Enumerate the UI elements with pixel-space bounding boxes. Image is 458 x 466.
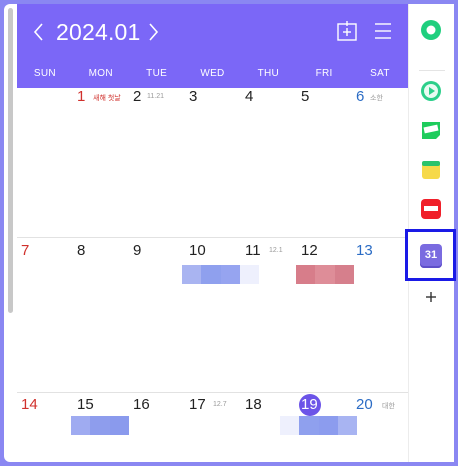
add-event-icon[interactable] (337, 21, 357, 41)
memo-app-icon[interactable] (420, 159, 442, 181)
day-cell[interactable]: 6 소한 (352, 88, 408, 108)
day-cell[interactable]: 12 (297, 242, 353, 262)
weekday-wed: WED (200, 68, 225, 79)
day-cell[interactable]: 7 (17, 242, 73, 262)
holiday-label: 새해 첫날 (93, 95, 121, 102)
green-circle-app-icon[interactable] (420, 19, 442, 41)
day-cell[interactable]: 15 (73, 396, 129, 416)
day-cell[interactable]: 16 (129, 396, 185, 416)
month-grid: 1 새해 첫날 2 11.21 3 4 5 6 소한 7 8 9 10 11 12.1 … (17, 85, 408, 462)
day-cell[interactable]: 20 대한 (352, 396, 408, 416)
today-cell[interactable]: 19 (299, 394, 355, 416)
lunar-date: 12.1 (269, 247, 283, 254)
day-cell[interactable]: 11 12.1 (241, 242, 297, 262)
week-divider (17, 237, 408, 238)
lunar-date: 11.21 (147, 93, 164, 100)
day-cell[interactable]: 9 (129, 242, 185, 262)
weekday-tue: TUE (146, 68, 168, 79)
chevron-left-icon[interactable] (31, 20, 47, 44)
day-cell[interactable]: 18 (241, 396, 297, 416)
day-cell[interactable]: 2 11.21 (129, 88, 185, 108)
add-icon[interactable] (424, 290, 438, 304)
calendar-header: 2024.01 SUN MON TUE WED THU FRI SAT (17, 4, 408, 88)
weekday-sun: SUN (33, 68, 56, 79)
chevron-right-icon[interactable] (145, 20, 161, 44)
play-app-icon[interactable] (420, 80, 442, 102)
day-cell[interactable]: 1 새해 첫날 (73, 88, 129, 108)
weekday-sat: SAT (370, 68, 390, 79)
month-title: 2024.01 (56, 19, 141, 45)
webtoon-app-icon[interactable] (420, 119, 442, 141)
event-bar[interactable] (71, 416, 129, 435)
week-divider (17, 392, 408, 393)
lunar-date: 12.7 (213, 401, 227, 408)
day-cell[interactable]: 5 (297, 88, 353, 108)
day-cell[interactable]: 17 12.7 (185, 396, 241, 416)
event-bar[interactable] (296, 265, 354, 284)
event-bar[interactable] (182, 265, 259, 284)
day-cell[interactable]: 4 (241, 88, 297, 108)
day-cell[interactable]: 3 (185, 88, 241, 108)
day-cell[interactable]: 10 (185, 242, 241, 262)
scrollbar[interactable] (8, 8, 13, 313)
weekday-row: SUN MON TUE WED THU FRI SAT (17, 68, 408, 84)
day-cell[interactable]: 13 (352, 242, 408, 262)
weekday-mon: MON (88, 68, 113, 79)
event-bar[interactable] (280, 416, 357, 435)
solar-term-label: 소한 (370, 95, 383, 102)
day-cell[interactable]: 8 (73, 242, 129, 262)
calendar-app-icon[interactable]: 31 (420, 244, 442, 268)
calendar-main: 2024.01 SUN MON TUE WED THU FRI SAT 1 새해 … (17, 4, 408, 462)
solar-term-label: 대한 (382, 403, 395, 410)
day-cell[interactable]: 14 (17, 396, 73, 416)
day-cell[interactable] (17, 88, 73, 108)
now-app-icon[interactable] (420, 198, 442, 220)
weekday-fri: FRI (315, 68, 333, 79)
sidebar-divider (419, 70, 445, 71)
menu-icon[interactable] (373, 21, 393, 41)
weekday-thu: THU (257, 68, 280, 79)
